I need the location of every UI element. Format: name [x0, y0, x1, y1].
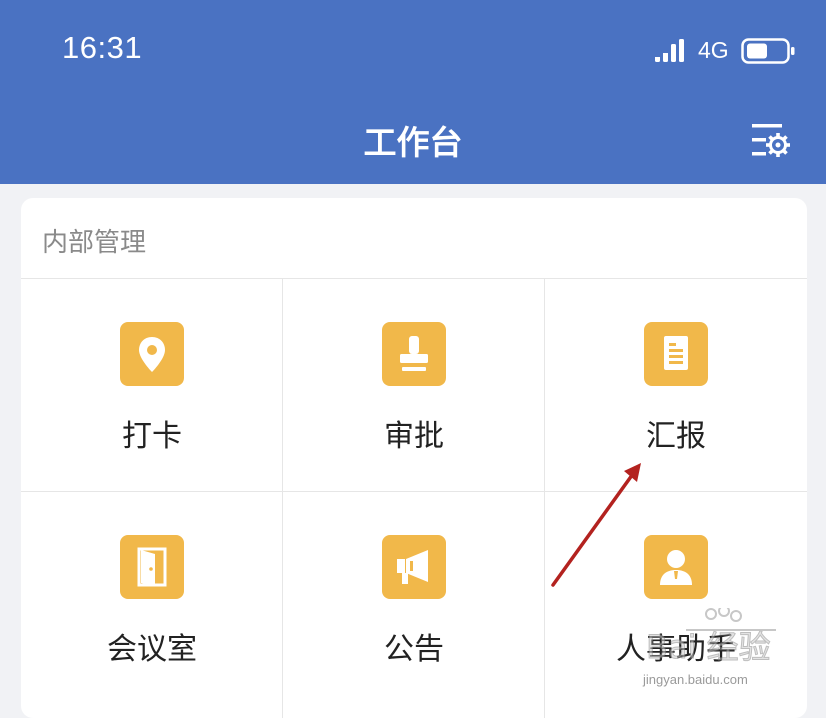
app-tile [120, 535, 184, 599]
app-item-label: 公告 [384, 632, 444, 667]
app-item-meeting-room[interactable]: 会议室 [21, 492, 283, 704]
svg-text:Bai 经验: Bai 经验 [646, 628, 771, 666]
app-item-label: 汇报 [646, 419, 706, 454]
network-label: 4G [698, 37, 729, 63]
annotation-arrow [551, 463, 641, 587]
megaphone-icon [397, 550, 428, 584]
app-item-approval[interactable]: 审批 [283, 279, 545, 491]
settings-button[interactable] [748, 121, 792, 159]
app-tile [644, 322, 708, 386]
app-item-label: 打卡 [122, 419, 182, 454]
app-tile [382, 322, 446, 386]
document-icon [664, 336, 688, 370]
watermark-text: jingyan.baidu.com [643, 672, 748, 687]
app-tile [382, 535, 446, 599]
status-time: 16:31 [62, 30, 143, 65]
stamp-icon [400, 336, 428, 371]
app-item-label: 审批 [384, 419, 444, 454]
signal-icon [655, 39, 684, 62]
battery-icon [741, 38, 795, 64]
app-item-label: 会议室 [107, 632, 197, 667]
app-item-announcement[interactable]: 公告 [283, 492, 545, 704]
door-icon [137, 547, 167, 587]
section-title: 内部管理 [42, 228, 147, 258]
app-header: 16:31 4G 工作台 [0, 0, 826, 184]
app-tile [120, 322, 184, 386]
list-settings-icon [752, 124, 790, 157]
app-item-clock-in[interactable]: 打卡 [21, 279, 283, 491]
location-pin-icon [139, 337, 165, 372]
page-title: 工作台 [363, 123, 463, 162]
